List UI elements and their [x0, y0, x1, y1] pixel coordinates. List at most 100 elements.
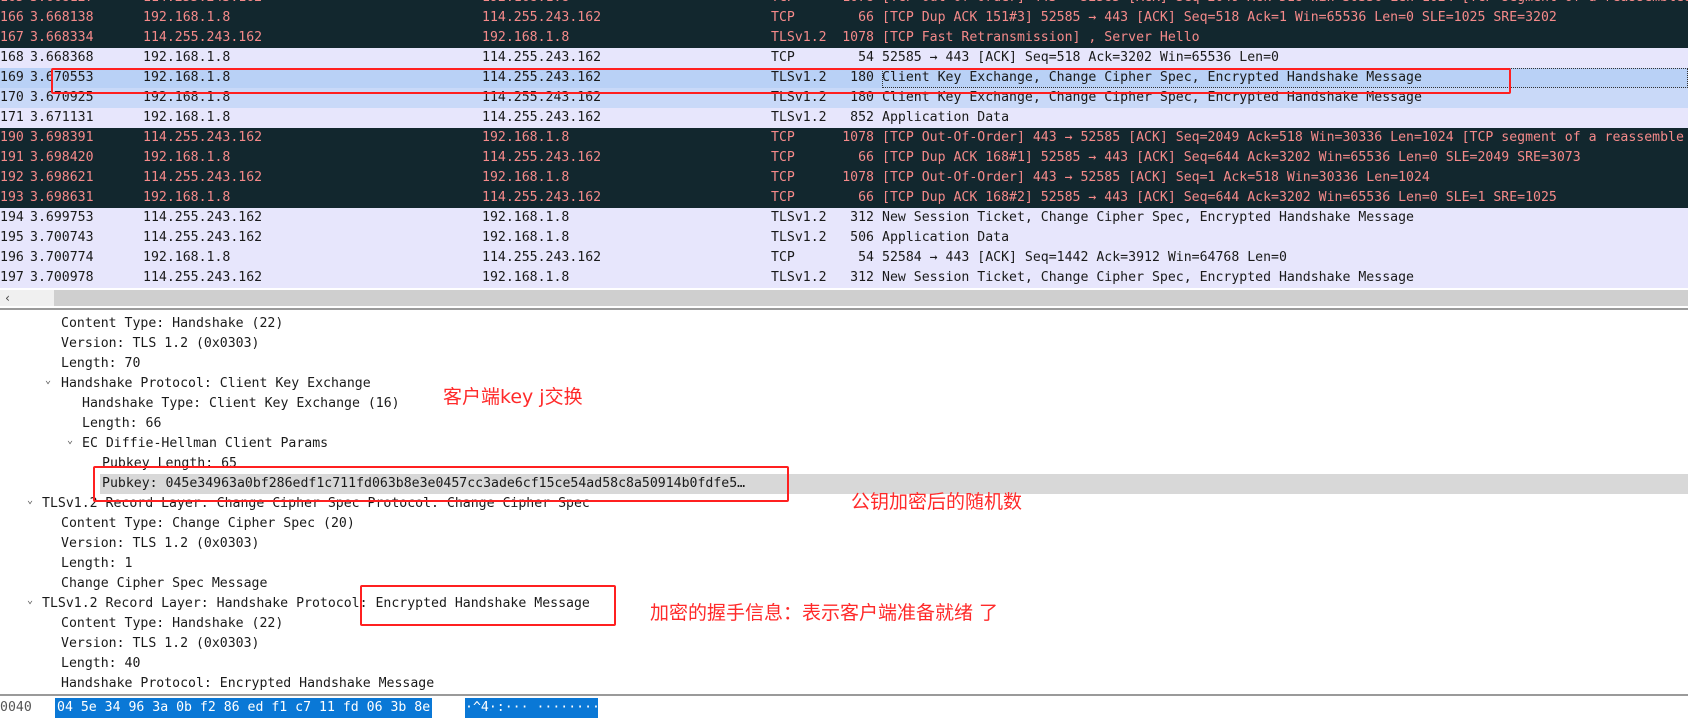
detail-item[interactable]: Length: 66: [0, 414, 1688, 434]
detail-item[interactable]: Version: TLS 1.2 (0x0303): [0, 534, 1688, 554]
packet-row[interactable]: 171 3.671131 192.168.1.8 114.255.243.162 TLS…: [0, 108, 1688, 128]
packet-len: 1078: [842, 170, 874, 185]
packet-row[interactable]: 196 3.700774 192.168.1.8 114.255.243.162 TCP…: [0, 248, 1688, 268]
detail-item[interactable]: Length: 1: [0, 554, 1688, 574]
packet-len: 66: [858, 150, 874, 165]
packet-info: Application Data: [882, 110, 1010, 125]
packet-no: 169: [0, 70, 24, 85]
packet-row[interactable]: 190 3.698391 114.255.243.162 192.168.1.8 TCP…: [0, 128, 1688, 148]
packet-no: 194: [0, 210, 24, 225]
packet-src: 192.168.1.8: [143, 250, 231, 265]
detail-item[interactable]: Handshake Type: Client Key Exchange (16): [0, 394, 1688, 414]
packet-time: 3.700743: [30, 230, 94, 245]
packet-list: 165 3.668127 114.255.243.162 192.168.1.8 TCP…: [0, 0, 1688, 288]
packet-info: Application Data: [882, 230, 1010, 245]
packet-len: 312: [850, 210, 874, 225]
detail-text: Content Type: Change Cipher Spec (20): [61, 516, 355, 531]
packet-proto: TCP: [771, 130, 795, 145]
detail-item[interactable]: Content Type: Change Cipher Spec (20): [0, 514, 1688, 534]
packet-dst: 114.255.243.162: [482, 190, 602, 205]
expand-chevron-icon[interactable]: ⌄: [45, 371, 51, 391]
packet-info: [TCP Dup ACK 168#1] 52585 → 443 [ACK] Se…: [882, 150, 1581, 165]
packet-list-horizontal-scrollbar[interactable]: ‹: [0, 290, 1688, 306]
packet-src: 192.168.1.8: [143, 190, 231, 205]
detail-text: Handshake Protocol: Encrypted Handshake …: [61, 676, 435, 691]
packet-info: [TCP Dup ACK 168#2] 52585 → 443 [ACK] Se…: [882, 190, 1557, 205]
expand-chevron-icon[interactable]: ⌄: [27, 491, 33, 511]
packet-proto: TLSv1.2: [771, 30, 827, 45]
packet-no: 165: [0, 0, 24, 8]
detail-item[interactable]: Version: TLS 1.2 (0x0303): [0, 634, 1688, 654]
packet-dst: 114.255.243.162: [482, 50, 602, 65]
packet-src: 114.255.243.162: [143, 130, 263, 145]
packet-row[interactable]: 197 3.700978 114.255.243.162 192.168.1.8 TLS…: [0, 268, 1688, 288]
packet-len: 54: [858, 50, 874, 65]
chevron-left-icon: ‹: [4, 291, 12, 305]
hex-bytes-selected[interactable]: 04 5e 34 96 3a 0b f2 86 ed f1 c7 11 fd 0…: [55, 698, 433, 718]
detail-item[interactable]: ⌄ Handshake Protocol: Client Key Exchange: [0, 374, 1688, 394]
detail-item[interactable]: Length: 40: [0, 654, 1688, 674]
detail-text: Content Type: Handshake (22): [61, 316, 284, 331]
packet-no: 171: [0, 110, 24, 125]
packet-src: 114.255.243.162: [143, 270, 263, 285]
packet-len: 852: [850, 110, 874, 125]
packet-time: 3.700774: [30, 250, 94, 265]
packet-row[interactable]: 168 3.668368 192.168.1.8 114.255.243.162 TCP…: [0, 48, 1688, 68]
packet-row[interactable]: 166 3.668138 192.168.1.8 114.255.243.162 TCP…: [0, 8, 1688, 28]
packet-row[interactable]: 192 3.698621 114.255.243.162 192.168.1.8 TCP…: [0, 168, 1688, 188]
packet-row[interactable]: 193 3.698631 192.168.1.8 114.255.243.162 TCP…: [0, 188, 1688, 208]
annotation-pubkey-note: 公钥加密后的随机数: [851, 491, 1023, 513]
packet-time: 3.668127: [30, 0, 94, 8]
packet-len: 312: [850, 270, 874, 285]
detail-item[interactable]: Length: 70: [0, 354, 1688, 374]
packet-dst: 114.255.243.162: [482, 150, 602, 165]
packet-info: 52585 → 443 [ACK] Seq=518 Ack=3202 Win=6…: [882, 50, 1279, 65]
packet-src: 114.255.243.162: [143, 230, 263, 245]
detail-item[interactable]: ⌄ EC Diffie-Hellman Client Params: [0, 434, 1688, 454]
detail-text: Length: 66: [82, 416, 162, 431]
packet-dst: 114.255.243.162: [482, 250, 602, 265]
packet-proto: TCP: [771, 50, 795, 65]
pane-divider[interactable]: [0, 694, 1688, 696]
packet-time: 3.700978: [30, 270, 94, 285]
packet-time: 3.698391: [30, 130, 94, 145]
packet-row[interactable]: 195 3.700743 114.255.243.162 192.168.1.8 TLS…: [0, 228, 1688, 248]
expand-chevron-icon[interactable]: ⌄: [27, 591, 33, 611]
packet-src: 114.255.243.162: [143, 30, 263, 45]
expand-chevron-icon[interactable]: ⌄: [67, 431, 73, 451]
packet-proto: TCP: [771, 150, 795, 165]
hex-offset: 0040: [0, 700, 32, 715]
packet-src: 192.168.1.8: [143, 150, 231, 165]
packet-proto: TLSv1.2: [771, 230, 827, 245]
annotation-box-encrypted-handshake: [360, 585, 616, 626]
detail-text: Change Cipher Spec Message: [61, 576, 268, 591]
packet-src: 114.255.243.162: [143, 170, 263, 185]
detail-item[interactable]: Handshake Protocol: Encrypted Handshake …: [0, 674, 1688, 694]
packet-row[interactable]: 194 3.699753 114.255.243.162 192.168.1.8 TLS…: [0, 208, 1688, 228]
packet-dst: 192.168.1.8: [482, 210, 570, 225]
packet-proto: TCP: [771, 250, 795, 265]
packet-dst: 192.168.1.8: [482, 130, 570, 145]
detail-text: Handshake Protocol: Client Key Exchange: [61, 376, 371, 391]
detail-item[interactable]: Content Type: Handshake (22): [0, 314, 1688, 334]
packet-proto: TLSv1.2: [771, 270, 827, 285]
packet-len: 1078: [820, 0, 874, 8]
packet-len: 66: [858, 190, 874, 205]
packet-time: 3.698631: [30, 190, 94, 205]
packet-len: 54: [858, 250, 874, 265]
packet-no: 192: [0, 170, 24, 185]
packet-src: 114.255.243.162: [143, 0, 262, 8]
detail-item[interactable]: Change Cipher Spec Message: [0, 574, 1688, 594]
packet-no: 197: [0, 270, 24, 285]
packet-proto: TCP: [771, 190, 795, 205]
scroll-left-button[interactable]: ‹: [0, 290, 54, 306]
packet-row[interactable]: 165 3.668127 114.255.243.162 192.168.1.8 TCP…: [0, 0, 1688, 8]
detail-item[interactable]: Version: TLS 1.2 (0x0303): [0, 334, 1688, 354]
packet-proto: TCP: [771, 0, 795, 8]
annotation-box-pubkey: [93, 466, 789, 502]
pane-divider[interactable]: [0, 308, 1688, 310]
packet-no: 191: [0, 150, 24, 165]
packet-row[interactable]: 191 3.698420 192.168.1.8 114.255.243.162 TCP…: [0, 148, 1688, 168]
packet-row[interactable]: 167 3.668334 114.255.243.162 192.168.1.8 TLS…: [0, 28, 1688, 48]
hex-ascii-selected[interactable]: ·^4·:··· ········: [465, 698, 600, 718]
